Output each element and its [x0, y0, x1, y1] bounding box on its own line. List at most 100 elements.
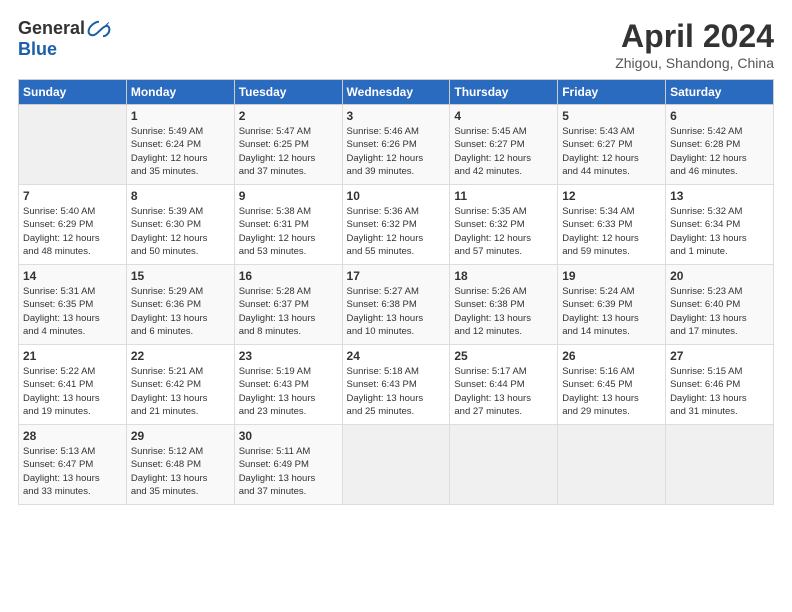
calendar-cell — [558, 425, 666, 505]
day-number: 24 — [347, 349, 446, 363]
calendar-day-header: Saturday — [666, 80, 774, 105]
calendar-cell: 5 Sunrise: 5:43 AM Sunset: 6:27 PM Daylig… — [558, 105, 666, 185]
calendar-cell: 21 Sunrise: 5:22 AM Sunset: 6:41 PM Dayli… — [19, 345, 127, 425]
day-number: 18 — [454, 269, 553, 283]
day-info: Sunrise: 5:40 AM Sunset: 6:29 PM Dayligh… — [23, 205, 122, 258]
calendar-cell: 3 Sunrise: 5:46 AM Sunset: 6:26 PM Daylig… — [342, 105, 450, 185]
day-number: 19 — [562, 269, 661, 283]
subtitle: Zhigou, Shandong, China — [615, 55, 774, 71]
day-number: 2 — [239, 109, 338, 123]
calendar-week-row: 28Sunrise: 5:13 AM Sunset: 6:47 PM Dayli… — [19, 425, 774, 505]
day-info: Sunrise: 5:13 AM Sunset: 6:47 PM Dayligh… — [23, 445, 122, 498]
day-info: Sunrise: 5:17 AM Sunset: 6:44 PM Dayligh… — [454, 365, 553, 418]
logo-general: General — [18, 18, 85, 39]
calendar-week-row: 7 Sunrise: 5:40 AM Sunset: 6:29 PM Daylig… — [19, 185, 774, 265]
day-info: Sunrise: 5:22 AM Sunset: 6:41 PM Dayligh… — [23, 365, 122, 418]
calendar-cell: 22Sunrise: 5:21 AM Sunset: 6:42 PM Dayli… — [126, 345, 234, 425]
day-info: Sunrise: 5:12 AM Sunset: 6:48 PM Dayligh… — [131, 445, 230, 498]
calendar: SundayMondayTuesdayWednesdayThursdayFrid… — [18, 79, 774, 505]
logo-blue: Blue — [18, 39, 57, 59]
calendar-day-header: Sunday — [19, 80, 127, 105]
day-number: 16 — [239, 269, 338, 283]
day-info: Sunrise: 5:11 AM Sunset: 6:49 PM Dayligh… — [239, 445, 338, 498]
day-info: Sunrise: 5:35 AM Sunset: 6:32 PM Dayligh… — [454, 205, 553, 258]
calendar-cell: 15 Sunrise: 5:29 AM Sunset: 6:36 PM Dayli… — [126, 265, 234, 345]
title-block: April 2024 Zhigou, Shandong, China — [615, 18, 774, 71]
day-number: 14 — [23, 269, 122, 283]
calendar-cell — [19, 105, 127, 185]
day-info: Sunrise: 5:39 AM Sunset: 6:30 PM Dayligh… — [131, 205, 230, 258]
day-info: Sunrise: 5:34 AM Sunset: 6:33 PM Dayligh… — [562, 205, 661, 258]
logo: General Blue — [18, 18, 111, 60]
day-info: Sunrise: 5:38 AM Sunset: 6:31 PM Dayligh… — [239, 205, 338, 258]
calendar-cell: 7 Sunrise: 5:40 AM Sunset: 6:29 PM Daylig… — [19, 185, 127, 265]
calendar-cell: 11 Sunrise: 5:35 AM Sunset: 6:32 PM Dayli… — [450, 185, 558, 265]
calendar-cell: 25 Sunrise: 5:17 AM Sunset: 6:44 PM Dayli… — [450, 345, 558, 425]
day-number: 21 — [23, 349, 122, 363]
day-number: 15 — [131, 269, 230, 283]
calendar-cell: 29 Sunrise: 5:12 AM Sunset: 6:48 PM Dayli… — [126, 425, 234, 505]
day-number: 26 — [562, 349, 661, 363]
day-number: 11 — [454, 189, 553, 203]
calendar-cell: 6 Sunrise: 5:42 AM Sunset: 6:28 PM Daylig… — [666, 105, 774, 185]
day-number: 25 — [454, 349, 553, 363]
day-info: Sunrise: 5:47 AM Sunset: 6:25 PM Dayligh… — [239, 125, 338, 178]
calendar-cell: 19 Sunrise: 5:24 AM Sunset: 6:39 PM Dayli… — [558, 265, 666, 345]
day-info: Sunrise: 5:31 AM Sunset: 6:35 PM Dayligh… — [23, 285, 122, 338]
calendar-cell: 30 Sunrise: 5:11 AM Sunset: 6:49 PM Dayli… — [234, 425, 342, 505]
calendar-cell: 23 Sunrise: 5:19 AM Sunset: 6:43 PM Dayli… — [234, 345, 342, 425]
day-number: 7 — [23, 189, 122, 203]
day-info: Sunrise: 5:15 AM Sunset: 6:46 PM Dayligh… — [670, 365, 769, 418]
day-info: Sunrise: 5:42 AM Sunset: 6:28 PM Dayligh… — [670, 125, 769, 178]
day-info: Sunrise: 5:46 AM Sunset: 6:26 PM Dayligh… — [347, 125, 446, 178]
calendar-cell: 2 Sunrise: 5:47 AM Sunset: 6:25 PM Daylig… — [234, 105, 342, 185]
calendar-header-row: SundayMondayTuesdayWednesdayThursdayFrid… — [19, 80, 774, 105]
logo-bird-icon — [87, 19, 111, 39]
day-info: Sunrise: 5:21 AM Sunset: 6:42 PM Dayligh… — [131, 365, 230, 418]
calendar-cell: 10 Sunrise: 5:36 AM Sunset: 6:32 PM Dayli… — [342, 185, 450, 265]
day-info: Sunrise: 5:43 AM Sunset: 6:27 PM Dayligh… — [562, 125, 661, 178]
day-info: Sunrise: 5:26 AM Sunset: 6:38 PM Dayligh… — [454, 285, 553, 338]
calendar-cell: 13Sunrise: 5:32 AM Sunset: 6:34 PM Dayli… — [666, 185, 774, 265]
day-number: 23 — [239, 349, 338, 363]
calendar-cell: 9Sunrise: 5:38 AM Sunset: 6:31 PM Daylig… — [234, 185, 342, 265]
day-info: Sunrise: 5:19 AM Sunset: 6:43 PM Dayligh… — [239, 365, 338, 418]
day-info: Sunrise: 5:36 AM Sunset: 6:32 PM Dayligh… — [347, 205, 446, 258]
day-info: Sunrise: 5:28 AM Sunset: 6:37 PM Dayligh… — [239, 285, 338, 338]
day-info: Sunrise: 5:16 AM Sunset: 6:45 PM Dayligh… — [562, 365, 661, 418]
day-number: 5 — [562, 109, 661, 123]
calendar-week-row: 14 Sunrise: 5:31 AM Sunset: 6:35 PM Dayli… — [19, 265, 774, 345]
calendar-cell — [342, 425, 450, 505]
day-info: Sunrise: 5:29 AM Sunset: 6:36 PM Dayligh… — [131, 285, 230, 338]
day-number: 30 — [239, 429, 338, 443]
day-number: 17 — [347, 269, 446, 283]
day-number: 27 — [670, 349, 769, 363]
calendar-cell — [666, 425, 774, 505]
day-info: Sunrise: 5:18 AM Sunset: 6:43 PM Dayligh… — [347, 365, 446, 418]
day-number: 6 — [670, 109, 769, 123]
day-info: Sunrise: 5:32 AM Sunset: 6:34 PM Dayligh… — [670, 205, 769, 258]
day-number: 4 — [454, 109, 553, 123]
page: General Blue April 2024 Zhigou, Shandong… — [0, 0, 792, 612]
calendar-cell: 20Sunrise: 5:23 AM Sunset: 6:40 PM Dayli… — [666, 265, 774, 345]
calendar-day-header: Wednesday — [342, 80, 450, 105]
month-title: April 2024 — [615, 18, 774, 55]
calendar-cell: 8Sunrise: 5:39 AM Sunset: 6:30 PM Daylig… — [126, 185, 234, 265]
calendar-day-header: Thursday — [450, 80, 558, 105]
calendar-week-row: 1Sunrise: 5:49 AM Sunset: 6:24 PM Daylig… — [19, 105, 774, 185]
calendar-cell: 24 Sunrise: 5:18 AM Sunset: 6:43 PM Dayli… — [342, 345, 450, 425]
day-number: 12 — [562, 189, 661, 203]
day-info: Sunrise: 5:45 AM Sunset: 6:27 PM Dayligh… — [454, 125, 553, 178]
day-number: 10 — [347, 189, 446, 203]
day-info: Sunrise: 5:24 AM Sunset: 6:39 PM Dayligh… — [562, 285, 661, 338]
calendar-cell: 18 Sunrise: 5:26 AM Sunset: 6:38 PM Dayli… — [450, 265, 558, 345]
day-number: 3 — [347, 109, 446, 123]
calendar-cell — [450, 425, 558, 505]
calendar-week-row: 21 Sunrise: 5:22 AM Sunset: 6:41 PM Dayli… — [19, 345, 774, 425]
day-number: 1 — [131, 109, 230, 123]
day-info: Sunrise: 5:23 AM Sunset: 6:40 PM Dayligh… — [670, 285, 769, 338]
calendar-cell: 17 Sunrise: 5:27 AM Sunset: 6:38 PM Dayli… — [342, 265, 450, 345]
day-info: Sunrise: 5:27 AM Sunset: 6:38 PM Dayligh… — [347, 285, 446, 338]
day-number: 29 — [131, 429, 230, 443]
calendar-cell: 26 Sunrise: 5:16 AM Sunset: 6:45 PM Dayli… — [558, 345, 666, 425]
